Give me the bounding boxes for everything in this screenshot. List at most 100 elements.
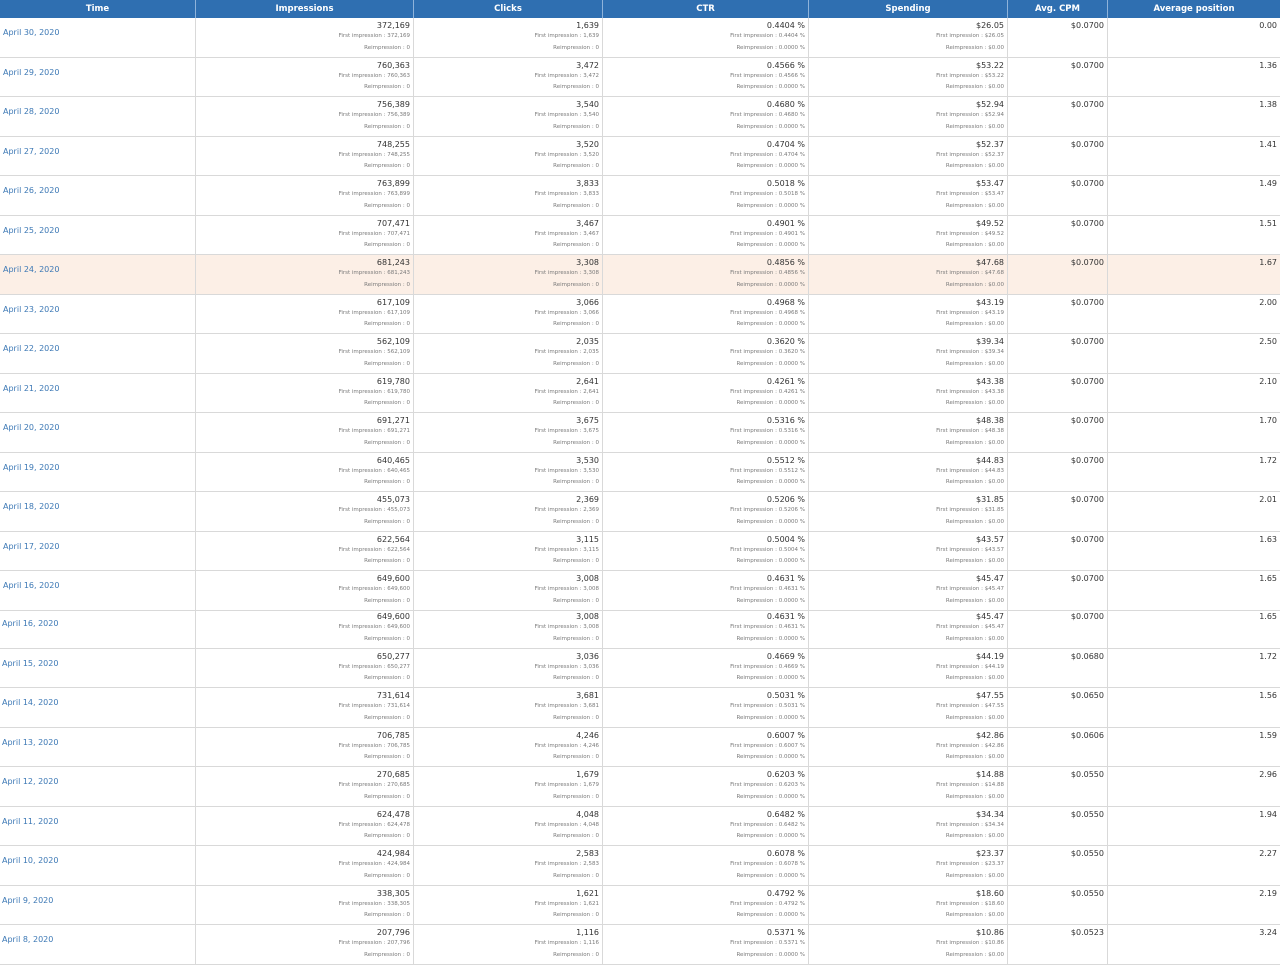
impressions-first: First impression : 650,277 [199, 662, 410, 674]
date-link[interactable]: April 21, 2020 [3, 384, 59, 393]
spending-first-value: $52.94 [984, 112, 1004, 118]
date-link[interactable]: April 22, 2020 [3, 344, 59, 353]
impressions-reimpression: Reimpression : 0 [199, 792, 410, 804]
impressions-value: 619,780 [376, 376, 410, 386]
column-header-average-position[interactable]: Average position [1108, 0, 1280, 18]
clicks-first-value: 2,369 [583, 507, 599, 513]
impressions-first: First impression : 760,363 [199, 71, 410, 83]
column-header-clicks[interactable]: Clicks [414, 0, 603, 18]
table-row: April 29, 2020 760,363 First impression : … [0, 57, 1280, 97]
spending-first-value: $48.38 [984, 428, 1004, 434]
clicks-reimpression: Reimpression : 0 [417, 556, 599, 568]
ctr-first-label: First impression : [730, 349, 779, 355]
cell-average-position: 0.00 [1108, 18, 1280, 57]
spending-first: First impression : $52.37 [812, 150, 1004, 162]
cell-clicks: 1,639 First impression : 1,639 Reimpressio… [414, 18, 603, 57]
spending-reimpression-label: Reimpression : [945, 479, 989, 485]
clicks-first-value: 3,308 [583, 270, 599, 276]
cell-impressions: 756,389 First impression : 756,389 Reimpre… [196, 97, 414, 136]
date-link[interactable]: April 16, 2020 [2, 619, 58, 628]
date-link[interactable]: April 26, 2020 [3, 186, 59, 195]
average-position-value: 1.65 [1259, 574, 1277, 583]
clicks-reimpression-label: Reimpression : [553, 675, 596, 681]
clicks-value: 1,639 [576, 21, 599, 30]
cell-spending: $39.34 First impression : $39.34 Reimpress… [809, 334, 1008, 373]
clicks-reimpression-label: Reimpression : [553, 833, 596, 839]
impressions-first-label: First impression : [338, 467, 388, 474]
spending-value: $18.60 [976, 888, 1004, 898]
impressions-first-value: 681,243 [387, 270, 410, 276]
average-position-value: 0.00 [1259, 21, 1277, 30]
spending-value: $53.22 [976, 60, 1004, 70]
date-link[interactable]: April 12, 2020 [2, 777, 58, 786]
spending-first-value: $53.22 [984, 72, 1004, 79]
ctr-value: 0.6482 % [766, 809, 805, 819]
average-position-value: 1.38 [1259, 100, 1277, 109]
impressions-reimpression-value: 0 [406, 479, 411, 485]
impressions-first-value: 455,073 [387, 507, 410, 513]
date-link[interactable]: April 10, 2020 [2, 856, 58, 865]
impressions-first-value: 617,109 [387, 309, 410, 316]
avg-cpm-value: $0.0700 [1070, 534, 1104, 544]
ctr-first-value: 0.4566 % [778, 72, 805, 79]
date-link[interactable]: April 18, 2020 [3, 502, 59, 511]
cell-clicks: 3,066 First impression : 3,066 Reimpressio… [414, 294, 603, 333]
ctr-reimpression-label: Reimpression : [736, 912, 779, 918]
spending-reimpression: Reimpression : $0.00 [812, 201, 1004, 213]
date-link[interactable]: April 20, 2020 [3, 423, 59, 432]
spending-reimpression-label: Reimpression : [945, 872, 989, 879]
spending-first-value: $47.55 [984, 703, 1004, 709]
clicks-first: First impression : 1,639 [417, 31, 599, 43]
spending-reimpression: Reimpression : $0.00 [812, 438, 1004, 450]
spending-reimpression: Reimpression : $0.00 [812, 752, 1004, 764]
date-link[interactable]: April 23, 2020 [3, 305, 59, 314]
date-link[interactable]: April 30, 2020 [3, 28, 59, 37]
impressions-first-label: First impression : [338, 821, 388, 828]
column-header-avg-cpm[interactable]: Avg. CPM [1008, 0, 1108, 18]
date-link[interactable]: April 29, 2020 [3, 68, 59, 77]
avg-cpm-value: $0.0700 [1070, 21, 1104, 30]
column-header-time[interactable]: Time [0, 0, 196, 18]
clicks-reimpression-label: Reimpression : [553, 123, 596, 130]
ctr-first-value: 0.4680 % [778, 112, 805, 118]
cell-average-position: 3.24 [1108, 925, 1280, 964]
column-header-impressions[interactable]: Impressions [196, 0, 414, 18]
cell-clicks: 3,008 First impression : 3,008 Reimpressio… [414, 571, 603, 610]
date-link[interactable]: April 17, 2020 [3, 542, 59, 551]
impressions-value: 756,389 [376, 100, 410, 109]
date-link[interactable]: April 24, 2020 [3, 265, 59, 274]
spending-reimpression-label: Reimpression : [945, 44, 989, 51]
date-link[interactable]: April 25, 2020 [3, 226, 59, 235]
date-link[interactable]: April 9, 2020 [2, 896, 53, 905]
spending-reimpression-value: $0.00 [988, 754, 1004, 760]
impressions-first-value: 650,277 [387, 663, 410, 670]
column-header-ctr[interactable]: CTR [603, 0, 809, 18]
date-link[interactable]: April 8, 2020 [2, 935, 53, 944]
impressions-reimpression-label: Reimpression : [364, 754, 407, 760]
table-row: April 15, 2020 650,277 First impression : … [0, 648, 1280, 688]
spending-reimpression-label: Reimpression : [945, 439, 989, 446]
ctr-value: 0.4901 % [766, 218, 805, 228]
date-link[interactable]: April 16, 2020 [3, 581, 59, 590]
date-link[interactable]: April 14, 2020 [2, 698, 58, 707]
date-link[interactable]: April 13, 2020 [2, 738, 58, 747]
date-link[interactable]: April 15, 2020 [2, 659, 58, 668]
date-link[interactable]: April 27, 2020 [3, 147, 59, 156]
date-link[interactable]: April 28, 2020 [3, 107, 59, 116]
impressions-first: First impression : 619,780 [199, 387, 410, 399]
clicks-value: 3,675 [576, 416, 599, 425]
cell-average-position: 1.65 [1108, 609, 1280, 648]
spending-reimpression-value: $0.00 [988, 281, 1004, 288]
column-header-spending[interactable]: Spending [809, 0, 1008, 18]
impressions-reimpression-label: Reimpression : [364, 281, 407, 288]
date-link[interactable]: April 11, 2020 [2, 817, 58, 826]
table-row: April 8, 2020 207,796 First impression : 2… [0, 925, 1280, 965]
spending-first-label: First impression : [936, 821, 985, 828]
ctr-value: 0.5004 % [766, 534, 805, 544]
date-link[interactable]: April 19, 2020 [3, 463, 59, 472]
ctr-first: First impression : 0.3620 % [606, 347, 805, 359]
cell-impressions: 650,277 First impression : 650,277 Reimpre… [196, 648, 414, 687]
clicks-reimpression-label: Reimpression : [553, 754, 596, 760]
clicks-first: First impression : 3,036 [417, 662, 599, 674]
ctr-reimpression-value: 0.0000 % [778, 242, 805, 248]
